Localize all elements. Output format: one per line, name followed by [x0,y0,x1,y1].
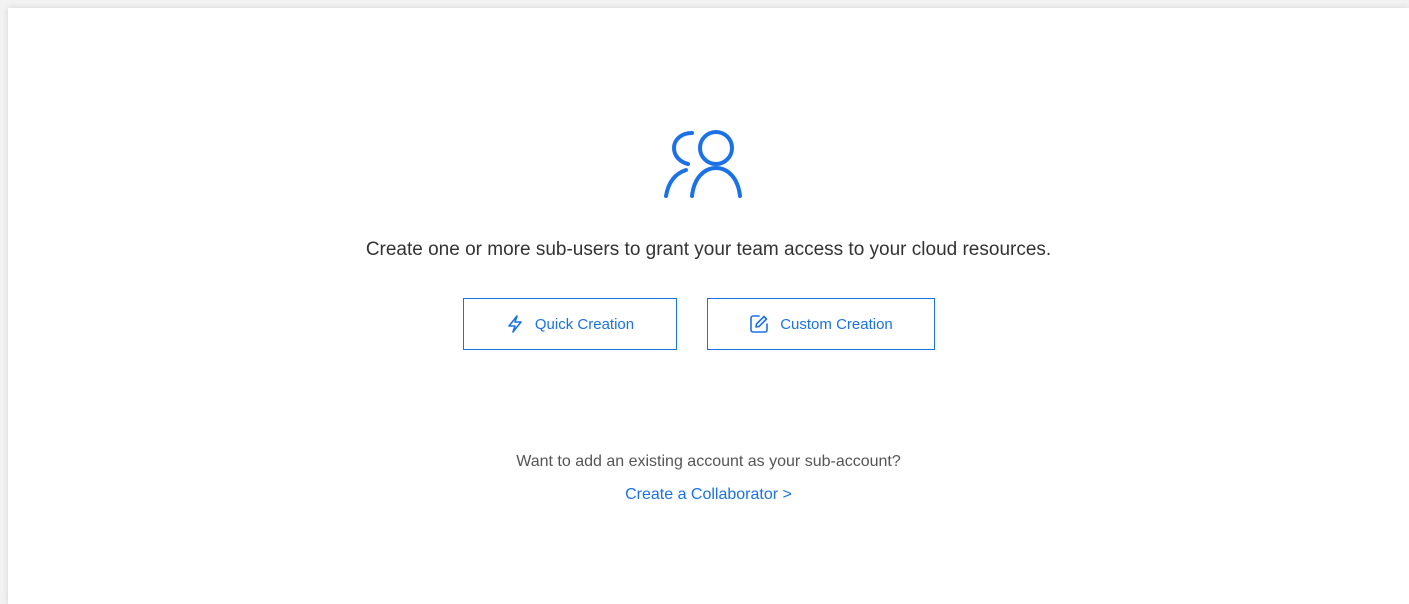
empty-state-card: Create one or more sub-users to grant yo… [8,8,1409,604]
users-icon [664,130,742,198]
create-collaborator-link[interactable]: Create a Collaborator > [625,486,792,503]
edit-icon [750,315,769,333]
existing-account-hint: Want to add an existing account as your … [516,453,901,470]
custom-creation-label: Custom Creation [780,315,893,333]
quick-creation-button[interactable]: Quick Creation [463,298,677,350]
lightning-icon [508,315,522,333]
empty-state-description: Create one or more sub-users to grant yo… [365,239,1052,260]
quick-creation-label: Quick Creation [534,315,635,333]
custom-creation-button[interactable]: Custom Creation [707,298,935,350]
